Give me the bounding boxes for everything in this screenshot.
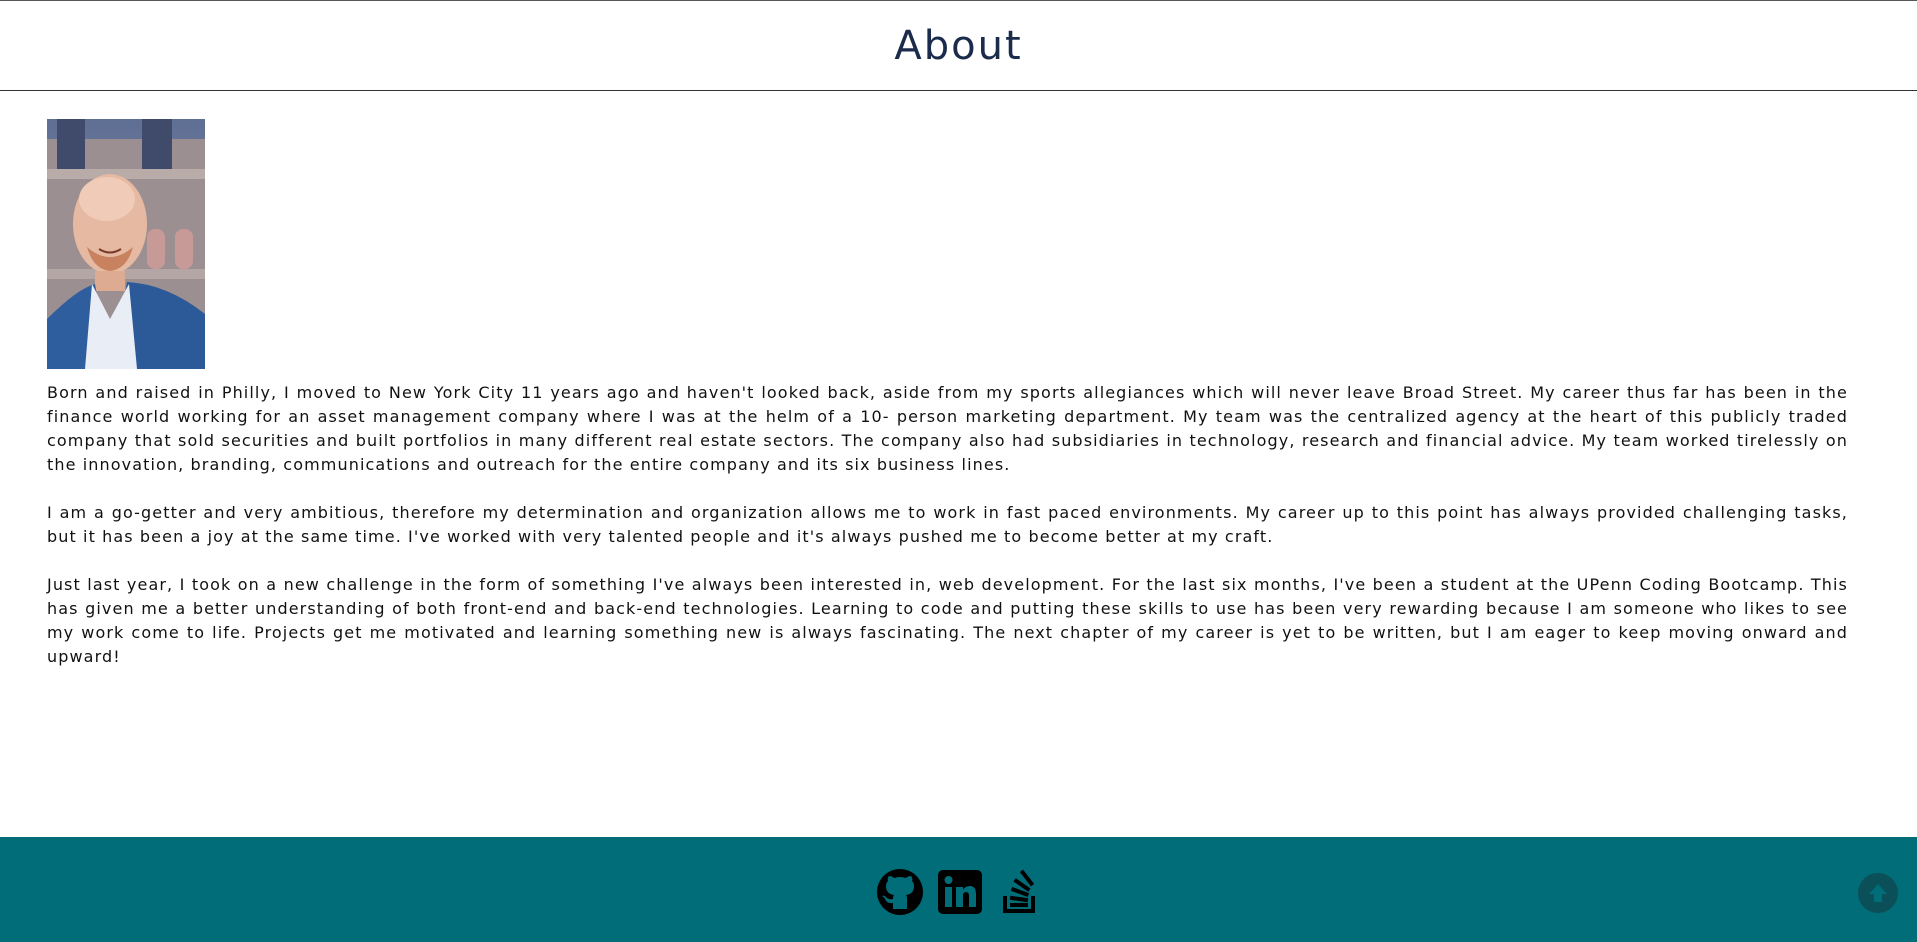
linkedin-link[interactable] [936, 868, 984, 916]
page-header: About [0, 1, 1917, 91]
page-title: About [894, 22, 1023, 69]
social-links [876, 868, 1044, 916]
back-to-top-button[interactable] [1858, 873, 1898, 913]
about-paragraph: I am a go-getter and very ambitious, the… [47, 503, 1848, 546]
about-page: About Born and raised in Philly, I moved… [0, 0, 1917, 942]
github-link[interactable] [876, 868, 924, 916]
linkedin-icon [938, 870, 982, 914]
stack-overflow-link[interactable] [996, 868, 1044, 916]
profile-photo [47, 119, 205, 369]
page-footer [0, 837, 1917, 942]
about-content: Born and raised in Philly, I moved to Ne… [47, 119, 1848, 693]
arrow-up-circle-icon [1869, 884, 1887, 902]
github-icon [877, 869, 923, 915]
about-paragraph: Just last year, I took on a new challeng… [47, 575, 1848, 666]
about-paragraph: Born and raised in Philly, I moved to Ne… [47, 383, 1848, 474]
stack-overflow-icon [1003, 869, 1035, 913]
